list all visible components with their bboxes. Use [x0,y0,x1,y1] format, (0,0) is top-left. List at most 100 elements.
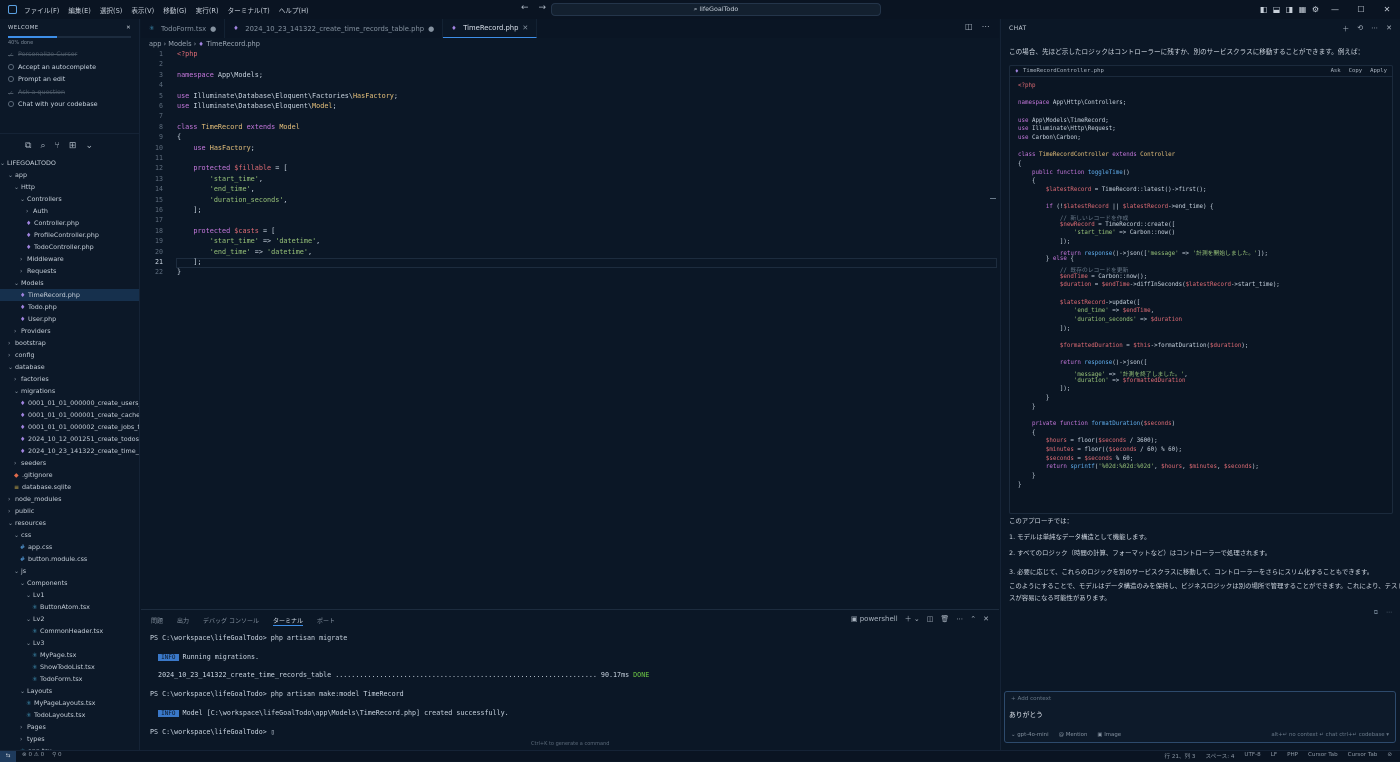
tree-folder[interactable]: › config [0,349,139,361]
status-item[interactable]: PHP [1287,752,1298,760]
close-chat-icon[interactable]: ✕ [1386,24,1392,34]
more-actions-icon[interactable]: ⋯ [956,615,963,623]
tree-file[interactable]: ♦ 0001_01_01_000001_create_cache... [0,409,139,421]
status-item[interactable]: Cursor Tab [1308,752,1338,760]
close-window-button[interactable]: ✕ [1374,5,1400,14]
maximize-panel-icon[interactable]: ⌃ [970,615,976,623]
tree-folder[interactable]: ⌄ js [0,565,139,577]
tree-file[interactable]: ⚛ CommonHeader.tsx [0,625,139,637]
chat-input-text[interactable]: ありがとう [1009,709,1043,719]
tree-file[interactable]: ⚛ TodoForm.tsx [0,673,139,685]
copy-message-icon[interactable]: ⧉ [1374,609,1378,617]
tree-folder[interactable]: ⌄ Controllers [0,193,139,205]
tree-folder[interactable]: ⌄ Components [0,577,139,589]
split-editor-icon[interactable]: ◫ [965,22,973,31]
modified-dot-icon[interactable]: ● [210,25,216,33]
status-item[interactable]: UTF-8 [1244,752,1260,760]
tree-folder[interactable]: ⌄ Layouts [0,685,139,697]
more-message-icon[interactable]: ⋯ [1386,609,1392,617]
tree-folder[interactable]: ⌄ Lv2 [0,613,139,625]
tree-file[interactable]: # app.css [0,541,139,553]
image-button[interactable]: ▣ Image [1097,732,1121,738]
tree-file[interactable]: ♦ Todo.php [0,301,139,313]
tree-folder[interactable]: › Auth [0,205,139,217]
menu-item[interactable]: ターミナル(T) [228,5,270,15]
command-center-search[interactable]: ⌕ lifeGoalTodo [551,3,881,16]
tree-file[interactable]: ♦ Controller.php [0,217,139,229]
status-item[interactable]: ⊗ 0 ⚠ 0 [22,752,44,758]
tree-folder[interactable]: ⌄ database [0,361,139,373]
tree-file[interactable]: ⚛ MyPageLayouts.tsx [0,697,139,709]
code-editor[interactable]: 1 <?php 2 3 namespace App\Models; 4 5 use Illum… [141,50,999,607]
status-item[interactable]: 行 21、列 3 [1164,752,1195,760]
status-item[interactable]: ⊘ [1387,752,1392,760]
explorer-root[interactable]: ⌄ LIFEGOALTODO [0,157,139,169]
back-arrow-icon[interactable]: ← [521,3,529,13]
tree-folder[interactable]: ⌄ css [0,529,139,541]
maximize-button[interactable]: ☐ [1348,5,1374,14]
tree-file[interactable]: ♦ User.php [0,313,139,325]
explorer-icon[interactable]: ⧉ [25,141,31,151]
menu-item[interactable]: 編集(E) [68,5,91,15]
forward-arrow-icon[interactable]: → [539,3,547,13]
toggle-secondary-sidebar-icon[interactable]: ◨ [1283,5,1296,14]
status-item[interactable]: ⚲ 0 [52,752,61,758]
welcome-step[interactable]: Chat with your codebase [8,100,131,109]
tree-folder[interactable]: › Pages [0,721,139,733]
tree-folder[interactable]: › factories [0,373,139,385]
panel-tab[interactable]: ターミナル [272,616,303,626]
toggle-sidebar-icon[interactable]: ◧ [1257,5,1270,14]
tree-folder[interactable]: ⌄ Lv1 [0,589,139,601]
tree-folder[interactable]: ⌄ Models [0,277,139,289]
tree-folder[interactable]: ⌄ Http [0,181,139,193]
menu-item[interactable]: ヘルプ(H) [279,5,309,15]
history-icon[interactable]: ⟲ [1357,24,1363,34]
tree-folder[interactable]: › node_modules [0,493,139,505]
close-panel-icon[interactable]: ✕ [983,615,989,623]
panel-tab[interactable]: デバッグ コンソール [203,616,259,626]
tree-file[interactable]: # button.module.css [0,553,139,565]
status-item[interactable]: LF [1271,752,1277,760]
status-item[interactable]: スペース: 4 [1205,752,1234,760]
tree-file[interactable]: ⚛ ShowTodoList.tsx [0,661,139,673]
menu-item[interactable]: ファイル(F) [24,5,59,15]
tree-folder[interactable]: › Requests [0,265,139,277]
tree-file[interactable]: ♦ TimeRecord.php [0,289,139,301]
close-welcome-icon[interactable]: ✕ [126,25,131,31]
toggle-panel-icon[interactable]: ⬓ [1270,5,1283,14]
tree-folder[interactable]: ⌄ migrations [0,385,139,397]
layout-icon[interactable]: ▦ [1296,5,1309,14]
editor-tab[interactable]: ♦ TimeRecord.php ✕ [443,19,538,38]
tree-folder[interactable]: › Middleware [0,253,139,265]
menu-item[interactable]: 選択(S) [100,5,123,15]
tree-file[interactable]: ◆ .gitignore [0,469,139,481]
breadcrumb-item[interactable]: TimeRecord.php [206,40,260,48]
tree-file[interactable]: ♦ TodoController.php [0,241,139,253]
code-block-action[interactable]: Ask [1331,68,1341,74]
search-icon[interactable]: ⌕ [40,141,45,151]
tree-folder[interactable]: › bootstrap [0,337,139,349]
add-context-button[interactable]: + Add context [1011,696,1051,702]
tree-file[interactable]: ♦ 0001_01_01_000000_create_users_... [0,397,139,409]
breadcrumb-item[interactable]: app [149,40,161,48]
tree-file[interactable]: ♦ 2024_10_12_001251_create_todos... [0,433,139,445]
tree-folder[interactable]: › Providers [0,325,139,337]
modified-dot-icon[interactable]: ● [428,25,434,33]
breadcrumb-item[interactable]: Models [168,40,191,48]
tree-file[interactable]: ≡ database.sqlite [0,481,139,493]
mention-button[interactable]: @ Mention [1059,732,1088,738]
panel-tab[interactable]: 出力 [177,616,189,626]
tree-folder[interactable]: ⌄ app [0,169,139,181]
new-chat-icon[interactable]: ＋ [1342,24,1349,34]
tree-file[interactable]: ⚛ MyPage.tsx [0,649,139,661]
more-actions-icon[interactable]: ⋯ [982,22,990,31]
menu-item[interactable]: 実行(R) [196,5,219,15]
model-selector[interactable]: ⌄ gpt-4o-mini [1011,732,1049,738]
more-chevron-icon[interactable]: ⌄ [85,141,93,151]
remote-indicator-icon[interactable]: ⇆ [0,751,16,762]
new-terminal-icon[interactable]: ＋ ⌄ [905,614,920,624]
chat-submit-hints[interactable]: alt+↵ no context ↵ chat ctrl+↵ codebase … [1271,732,1389,738]
menu-item[interactable]: 表示(V) [131,5,154,15]
code-block-action[interactable]: Apply [1370,68,1387,74]
tree-folder[interactable]: › public [0,505,139,517]
